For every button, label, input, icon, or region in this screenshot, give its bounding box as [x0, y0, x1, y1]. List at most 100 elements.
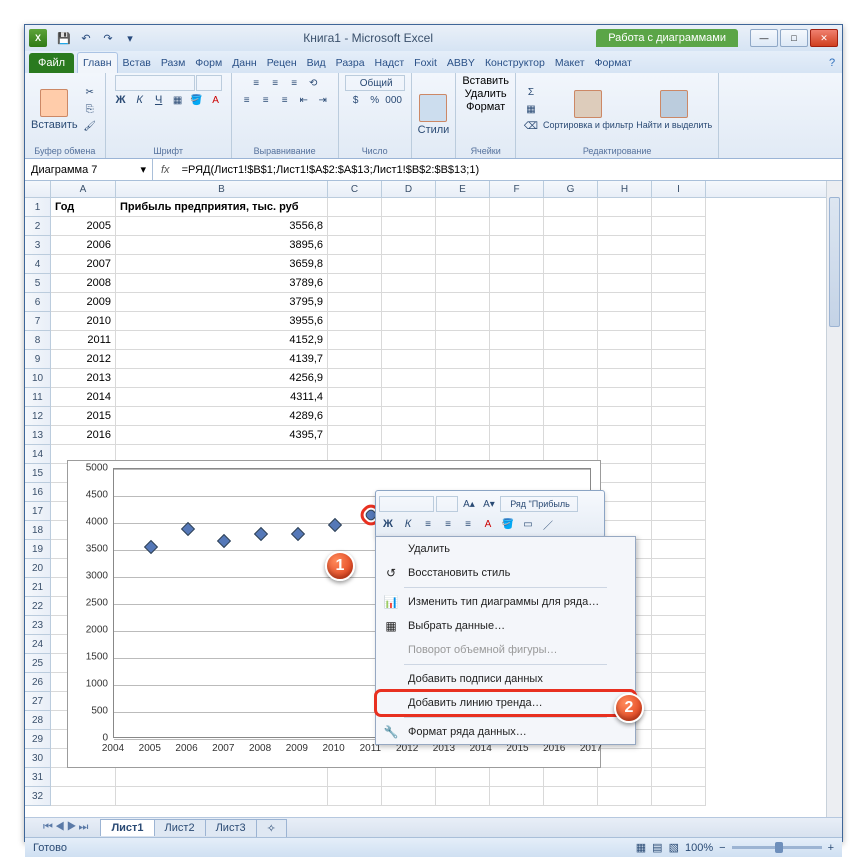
row-head-6[interactable]: 6 — [25, 293, 51, 312]
cell-B4[interactable]: 3659,8 — [116, 255, 328, 274]
cell-I10[interactable] — [652, 369, 706, 388]
cell-I21[interactable] — [652, 578, 706, 597]
cell-C5[interactable] — [328, 274, 382, 293]
sort-filter-button[interactable]: Сортировка и фильтр — [543, 90, 633, 130]
cell-I9[interactable] — [652, 350, 706, 369]
row-head-5[interactable]: 5 — [25, 274, 51, 293]
cell-D6[interactable] — [382, 293, 436, 312]
sheet-tab-3[interactable]: Лист3 — [205, 819, 257, 836]
cell-F11[interactable] — [490, 388, 544, 407]
cell-G13[interactable] — [544, 426, 598, 445]
cell-D12[interactable] — [382, 407, 436, 426]
cell-C2[interactable] — [328, 217, 382, 236]
cell-H16[interactable] — [598, 483, 652, 502]
cell-I3[interactable] — [652, 236, 706, 255]
size-mini[interactable] — [436, 496, 458, 512]
cell-I26[interactable] — [652, 673, 706, 692]
fill-color-button[interactable]: 🪣 — [188, 92, 206, 108]
cell-I11[interactable] — [652, 388, 706, 407]
cell-C9[interactable] — [328, 350, 382, 369]
cell-G3[interactable] — [544, 236, 598, 255]
cell-C3[interactable] — [328, 236, 382, 255]
cell-G4[interactable] — [544, 255, 598, 274]
cell-F2[interactable] — [490, 217, 544, 236]
copy-button[interactable]: ⎘ — [81, 102, 99, 118]
select-all-corner[interactable] — [25, 181, 51, 198]
cell-G9[interactable] — [544, 350, 598, 369]
currency[interactable]: $ — [347, 92, 365, 108]
cell-I20[interactable] — [652, 559, 706, 578]
zoom-in-button[interactable]: + — [828, 842, 834, 854]
tab-foxit[interactable]: Foxit — [409, 53, 442, 73]
col-head-B[interactable]: B — [116, 181, 328, 198]
tab-abbyy[interactable]: ABBY — [442, 53, 480, 73]
cell-I1[interactable] — [652, 198, 706, 217]
view-layout[interactable]: ▤ — [652, 841, 662, 854]
cell-D32[interactable] — [382, 787, 436, 806]
align-left[interactable]: ≡ — [238, 92, 256, 108]
tab-view[interactable]: Вид — [302, 53, 331, 73]
menu-change-chart-type[interactable]: 📊Изменить тип диаграммы для ряда… — [376, 590, 635, 614]
cell-I31[interactable] — [652, 768, 706, 787]
cell-A32[interactable] — [51, 787, 116, 806]
col-head-D[interactable]: D — [382, 181, 436, 198]
cell-I27[interactable] — [652, 692, 706, 711]
cell-F9[interactable] — [490, 350, 544, 369]
cell-G10[interactable] — [544, 369, 598, 388]
zoom-out-button[interactable]: − — [719, 842, 725, 854]
cell-I29[interactable] — [652, 730, 706, 749]
cell-G12[interactable] — [544, 407, 598, 426]
cell-E31[interactable] — [436, 768, 490, 787]
cell-I19[interactable] — [652, 540, 706, 559]
cell-H4[interactable] — [598, 255, 652, 274]
align-mini-2[interactable]: ≡ — [439, 516, 457, 532]
bold-button[interactable]: Ж — [112, 92, 130, 108]
italic-mini[interactable]: К — [399, 516, 417, 532]
cell-I18[interactable] — [652, 521, 706, 540]
cell-B10[interactable]: 4256,9 — [116, 369, 328, 388]
cell-F13[interactable] — [490, 426, 544, 445]
cell-H12[interactable] — [598, 407, 652, 426]
cell-I6[interactable] — [652, 293, 706, 312]
align-right[interactable]: ≡ — [276, 92, 294, 108]
cell-F4[interactable] — [490, 255, 544, 274]
cell-A2[interactable]: 2005 — [51, 217, 116, 236]
cell-I14[interactable] — [652, 445, 706, 464]
data-point-2008[interactable] — [254, 527, 268, 541]
cell-E3[interactable] — [436, 236, 490, 255]
row-head-22[interactable]: 22 — [25, 597, 51, 616]
cell-I8[interactable] — [652, 331, 706, 350]
cell-H9[interactable] — [598, 350, 652, 369]
row-head-29[interactable]: 29 — [25, 730, 51, 749]
close-button[interactable]: ✕ — [810, 29, 838, 47]
cell-B31[interactable] — [116, 768, 328, 787]
data-point-2009[interactable] — [291, 527, 305, 541]
vertical-scrollbar[interactable] — [826, 181, 842, 817]
row-head-30[interactable]: 30 — [25, 749, 51, 768]
clear[interactable]: ⌫ — [522, 119, 540, 135]
data-point-2007[interactable] — [217, 534, 231, 548]
font-mini[interactable] — [379, 496, 434, 512]
cell-I4[interactable] — [652, 255, 706, 274]
cell-D10[interactable] — [382, 369, 436, 388]
cell-B13[interactable]: 4395,7 — [116, 426, 328, 445]
tab-layout[interactable]: Разм — [156, 53, 190, 73]
row-head-14[interactable]: 14 — [25, 445, 51, 464]
cell-I17[interactable] — [652, 502, 706, 521]
cell-B7[interactable]: 3955,6 — [116, 312, 328, 331]
cell-D3[interactable] — [382, 236, 436, 255]
cell-B1[interactable]: Прибыль предприятия, тыс. руб — [116, 198, 328, 217]
menu-reset-style[interactable]: ↺Восстановить стиль — [376, 561, 635, 585]
cell-A10[interactable]: 2013 — [51, 369, 116, 388]
cell-H8[interactable] — [598, 331, 652, 350]
align-mid[interactable]: ≡ — [266, 75, 284, 91]
cell-B11[interactable]: 4311,4 — [116, 388, 328, 407]
tab-data[interactable]: Данн — [227, 53, 262, 73]
align-mini-1[interactable]: ≡ — [419, 516, 437, 532]
row-head-3[interactable]: 3 — [25, 236, 51, 255]
cell-E9[interactable] — [436, 350, 490, 369]
cell-A6[interactable]: 2009 — [51, 293, 116, 312]
cell-G5[interactable] — [544, 274, 598, 293]
paste-button[interactable]: Вставить — [31, 89, 78, 131]
tab-review[interactable]: Рецен — [262, 53, 302, 73]
